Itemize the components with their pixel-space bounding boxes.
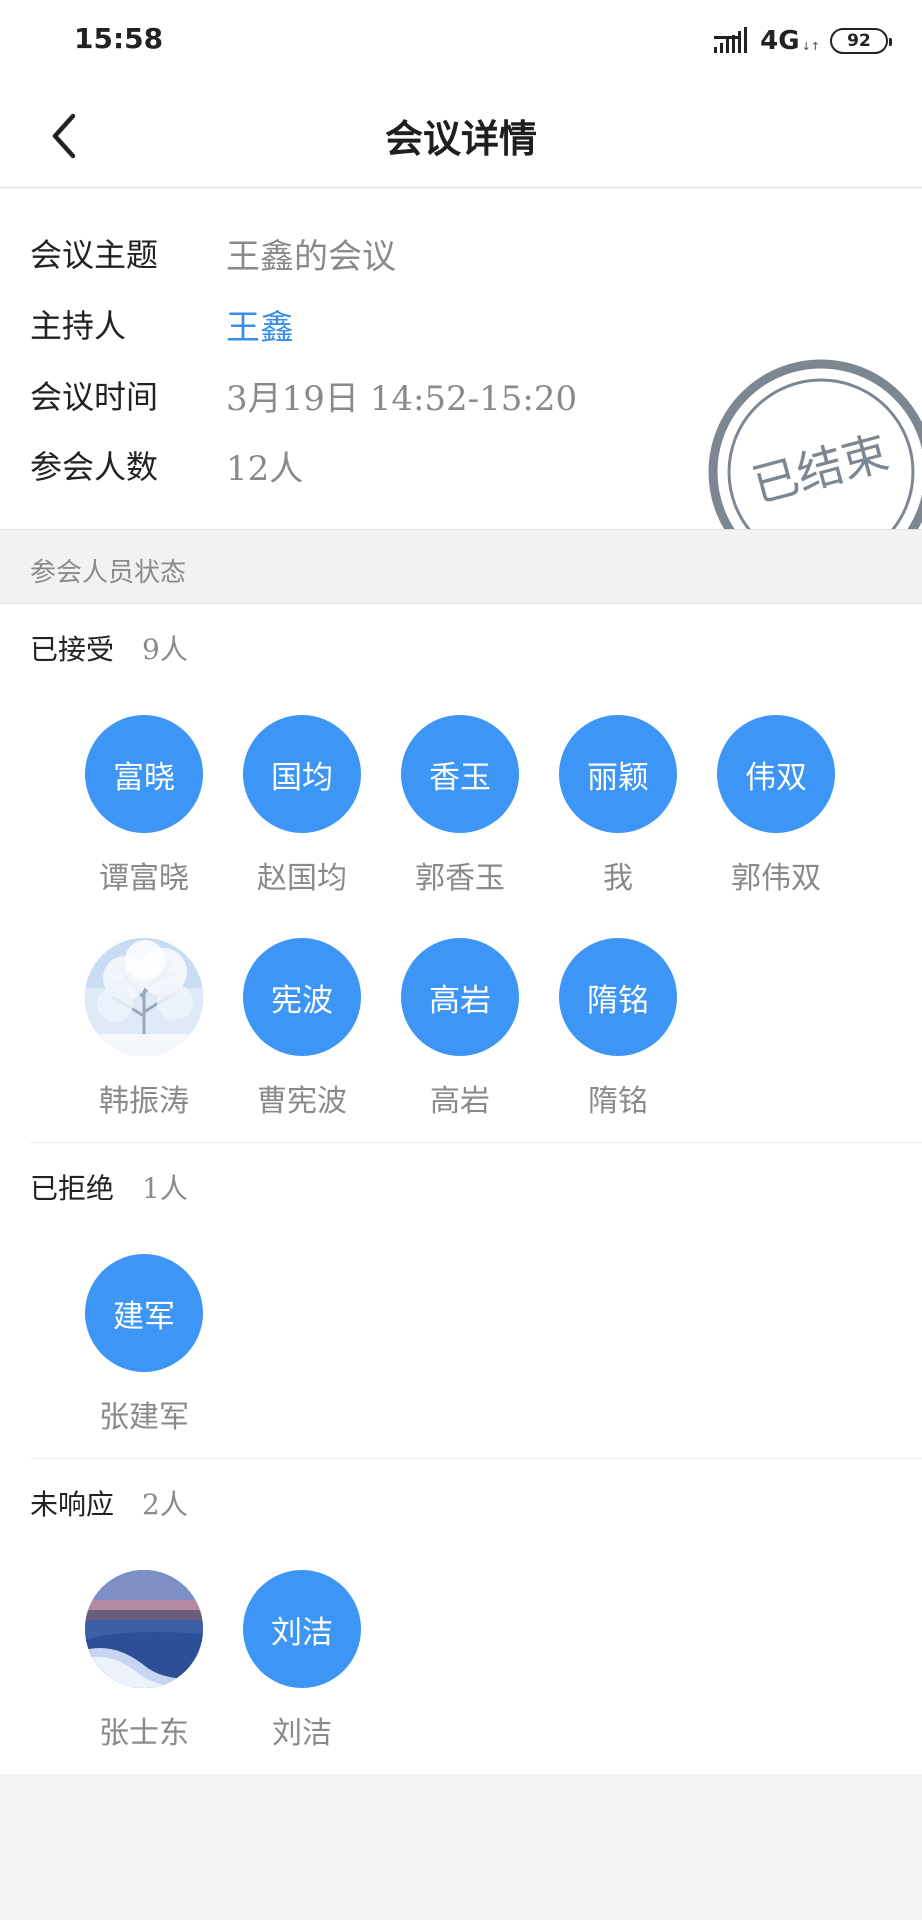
group-name: 已拒绝 [30,1172,115,1205]
avatar: 建军 [85,1254,203,1372]
group-count: 2人 [142,1488,188,1521]
network-activity-icon: ↓↑ [801,39,820,53]
time-value: 3月19日 14:52-15:20 [226,378,578,419]
battery-icon: 92 [830,28,892,54]
member-name: 张建军 [99,1400,189,1435]
battery-level: 92 [847,31,871,51]
status-indicators: 4G ↓↑ 92 [714,24,892,58]
avatar: 国均 [243,715,361,833]
avatar: 高岩 [401,938,519,1056]
topic-label: 会议主题 [30,236,159,274]
snow-tree-photo [85,938,203,1056]
member-name: 我 [603,861,633,896]
member-item[interactable]: 伟双 郭伟双 [697,715,855,897]
member-item[interactable]: 张士东 [65,1570,223,1752]
member-name: 谭富晓 [99,861,189,896]
avatar: 丽颖 [559,715,677,833]
member-name: 赵国均 [257,861,347,896]
divider [30,1142,922,1143]
member-item[interactable]: 建军 张建军 [65,1254,223,1436]
group-count: 9人 [142,633,188,666]
member-name: 张士东 [99,1716,189,1751]
status-bar: 15:58 4G ↓↑ 92 [0,0,922,82]
avatar: 隋铭 [559,938,677,1056]
host-row: 主持人 王鑫 [30,300,294,349]
member-item[interactable]: 高岩 高岩 [381,938,539,1120]
member-item[interactable]: 刘洁 刘洁 [223,1570,381,1752]
meeting-info-panel: 会议主题 王鑫的会议 主持人 王鑫 会议时间 3月19日 14:52-15:20… [0,189,922,529]
network-type: 4G [760,26,800,56]
member-item[interactable]: 国均 赵国均 [223,715,381,897]
time-row: 会议时间 3月19日 14:52-15:20 [30,373,578,419]
stamp-text: 已结束 [747,425,894,513]
lake-photo [85,1570,203,1688]
ended-stamp: 已结束 [708,359,922,529]
attendee-status-list: 已接受 9人 富晓 谭富晓 国均 赵国均 香玉 郭香玉 丽颖 我 伟双 郭伟双 [0,604,922,1774]
attendee-status-header: 参会人员状态 [0,529,922,604]
page-title: 会议详情 [384,117,537,161]
host-label: 主持人 [30,307,127,345]
declined-group-title: 已拒绝 1人 [30,1167,188,1207]
avatar: 伟双 [717,715,835,833]
navigation-bar: 会议详情 [0,82,922,188]
group-count: 1人 [142,1172,188,1205]
member-item[interactable]: 丽颖 我 [539,715,697,897]
time-label: 会议时间 [30,378,159,416]
avatar: 宪波 [243,938,361,1056]
member-item[interactable]: 宪波 曹宪波 [223,938,381,1120]
member-name: 刘洁 [272,1716,332,1751]
member-name: 郭伟双 [731,861,821,896]
member-item[interactable]: 韩振涛 [65,938,223,1120]
member-item[interactable]: 富晓 谭富晓 [65,715,223,897]
member-name: 隋铭 [588,1084,648,1119]
avatar: 刘洁 [243,1570,361,1688]
member-item[interactable]: 隋铭 隋铭 [539,938,697,1120]
count-value: 12人 [226,448,304,489]
member-name: 韩振涛 [99,1084,189,1119]
member-item[interactable]: 香玉 郭香玉 [381,715,539,897]
section-title: 参会人员状态 [30,558,187,588]
member-name: 郭香玉 [415,861,505,896]
divider [30,1458,922,1459]
signal-icon [714,27,748,53]
avatar: 香玉 [401,715,519,833]
count-label: 参会人数 [30,448,159,486]
member-name: 曹宪波 [257,1084,347,1119]
group-name: 已接受 [30,633,115,666]
host-link[interactable]: 王鑫 [226,300,294,349]
avatar: 富晓 [85,715,203,833]
group-name: 未响应 [30,1488,115,1521]
count-row: 参会人数 12人 [30,443,304,489]
topic-row: 会议主题 王鑫的会议 [30,231,396,277]
status-time: 15:58 [74,22,164,55]
no-response-group-title: 未响应 2人 [30,1483,188,1523]
topic-value: 王鑫的会议 [226,236,396,277]
member-name: 高岩 [430,1084,490,1119]
accepted-group-title: 已接受 9人 [30,628,188,668]
